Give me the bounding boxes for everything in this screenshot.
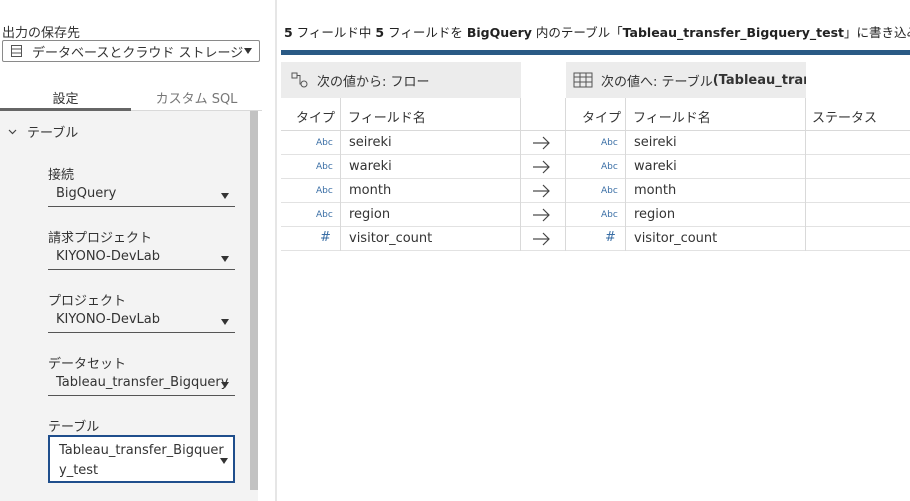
divider [565, 98, 566, 251]
table-value-line1: Tableau_transfer_Bigquer [59, 443, 224, 458]
source-field-name: wareki [349, 159, 392, 174]
dataset-select[interactable]: Tableau_transfer_Bigquery [48, 372, 235, 396]
output-label: 出力の保存先 [2, 26, 81, 41]
settings-panel: 出力の保存先 データベースとクラウド ストレージ 設定 カスタム SQL テーブ… [0, 0, 275, 501]
string-type-icon: Abc [316, 138, 333, 148]
divider [340, 98, 341, 251]
col-field-name: フィールド名 [348, 111, 426, 126]
dataset-value: Tableau_transfer_Bigquery [56, 375, 229, 390]
table-value-line2: y_test [59, 463, 99, 478]
settings-tabs: 設定 カスタム SQL [0, 84, 262, 111]
summary-text-b: フィールドを [384, 25, 467, 40]
summary-text-c: 内のテーブル「 [531, 25, 623, 40]
project-label: プロジェクト [48, 294, 127, 309]
section-table-header[interactable]: テーブル [8, 122, 78, 141]
output-destination-value: データベースとクラウド ストレージ [32, 45, 244, 61]
string-type-icon: Abc [601, 162, 618, 172]
caret-down-icon [221, 193, 229, 199]
string-type-icon: Abc [316, 210, 333, 220]
tab-settings[interactable]: 設定 [0, 84, 131, 110]
string-type-icon: Abc [316, 162, 333, 172]
target-field-name: wareki [634, 159, 677, 174]
source-field-name: region [349, 207, 391, 222]
table-icon [573, 72, 593, 88]
caret-down-icon [221, 319, 229, 325]
col-type: タイプ [296, 111, 336, 126]
tab-custom-sql[interactable]: カスタム SQL [131, 84, 262, 110]
number-type-icon: # [320, 230, 331, 245]
chevron-down-icon [8, 129, 17, 135]
target-field-name: month [634, 183, 677, 198]
string-type-icon: Abc [601, 210, 618, 220]
output-destination-select[interactable]: データベースとクラウド ストレージ [2, 40, 260, 62]
target-field-name: seireki [634, 135, 677, 150]
accent-bar [281, 50, 910, 55]
scrollbar[interactable] [250, 111, 258, 490]
caret-down-icon [221, 256, 229, 262]
summary-text-d: 」に書き込みます [844, 25, 910, 40]
field-count-written: 5 [375, 25, 385, 40]
project-value: KIYONO-DevLab [56, 312, 160, 327]
summary-table-name: Tableau_transfer_Bigquery_test [622, 25, 845, 40]
billing-project-value: KIYONO-DevLab [56, 249, 160, 264]
connection-value: BigQuery [56, 186, 117, 201]
billing-project-select[interactable]: KIYONO-DevLab [48, 246, 235, 270]
flow-icon [291, 72, 308, 88]
caret-down-icon [221, 382, 229, 388]
project-select[interactable]: KIYONO-DevLab [48, 309, 235, 333]
target-header: 次の値へ: テーブル (Tableau_transf... [566, 62, 806, 98]
caret-down-icon [220, 458, 228, 464]
target-field-name: region [634, 207, 676, 222]
arrow-right-icon [533, 232, 550, 246]
summary-target: BigQuery [466, 25, 532, 40]
arrow-right-icon [533, 136, 550, 150]
dataset-label: データセット [48, 357, 127, 372]
number-type-icon: # [605, 230, 616, 245]
arrow-right-icon [533, 160, 550, 174]
source-field-name: month [349, 183, 392, 198]
table-row[interactable]: Abc month Abc month [281, 179, 910, 203]
table-label: テーブル [48, 420, 100, 435]
caret-down-icon [244, 48, 252, 54]
table-row[interactable]: Abc seireki Abc seireki [281, 131, 910, 155]
source-field-name: visitor_count [349, 231, 433, 246]
database-icon [11, 45, 22, 57]
target-title-prefix: 次の値へ: テーブル [601, 74, 713, 90]
column-header-row: タイプ フィールド名 タイプ フィールド名 ステータス [281, 98, 910, 131]
table-row[interactable]: Abc region Abc region [281, 203, 910, 227]
target-title-table: (Tableau_transf... [712, 72, 806, 88]
connection-label: 接続 [48, 168, 75, 183]
table-select[interactable]: Tableau_transfer_Bigquer y_test [48, 435, 235, 483]
string-type-icon: Abc [601, 138, 618, 148]
summary-text-a: フィールド中 [292, 25, 376, 40]
field-count-total: 5 [284, 25, 293, 40]
divider [625, 98, 626, 251]
billing-project-label: 請求プロジェクト [48, 231, 153, 246]
source-title: 次の値から: フロー [317, 74, 430, 90]
connection-select[interactable]: BigQuery [48, 183, 235, 207]
source-field-name: seireki [349, 135, 392, 150]
table-row[interactable]: # visitor_count # visitor_count [281, 227, 910, 251]
target-field-name: visitor_count [634, 231, 718, 246]
arrow-right-icon [533, 184, 550, 198]
col-type-target: タイプ [582, 111, 622, 126]
col-field-name-target: フィールド名 [633, 111, 711, 126]
string-type-icon: Abc [316, 186, 333, 196]
write-summary: 5 フィールド中 5 フィールドを BigQuery 内のテーブル「Tablea… [284, 22, 910, 41]
source-header: 次の値から: フロー [281, 62, 521, 98]
arrow-right-icon [533, 208, 550, 222]
string-type-icon: Abc [601, 186, 618, 196]
table-row[interactable]: Abc wareki Abc wareki [281, 155, 910, 179]
divider [805, 98, 806, 251]
col-status: ステータス [812, 111, 878, 126]
section-title: テーブル [27, 126, 79, 141]
divider [520, 98, 521, 251]
panel-divider[interactable] [275, 0, 277, 501]
